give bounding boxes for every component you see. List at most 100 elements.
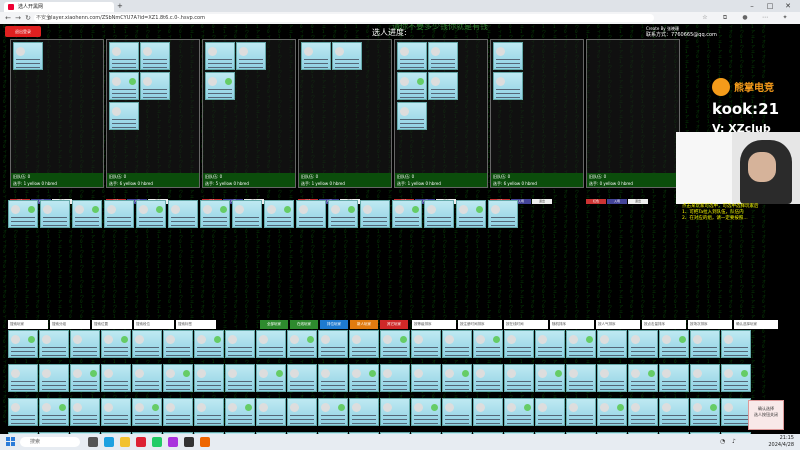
player-card[interactable]	[8, 398, 38, 426]
player-card[interactable]	[442, 398, 472, 426]
player-card[interactable]	[380, 364, 410, 392]
player-card[interactable]	[264, 200, 294, 228]
player-card[interactable]	[287, 364, 317, 392]
player-card[interactable]	[132, 364, 162, 392]
player-card[interactable]	[318, 330, 348, 358]
player-card[interactable]	[332, 42, 362, 70]
player-card[interactable]	[690, 398, 720, 426]
player-card[interactable]	[225, 398, 255, 426]
player-card[interactable]	[424, 200, 454, 228]
player-card[interactable]	[628, 398, 658, 426]
player-card[interactable]	[397, 72, 427, 100]
player-card[interactable]	[225, 330, 255, 358]
taskbar-search-input[interactable]: 搜索	[20, 437, 80, 447]
player-card[interactable]	[380, 398, 410, 426]
player-card[interactable]	[163, 330, 193, 358]
player-card[interactable]	[296, 200, 326, 228]
player-card[interactable]	[597, 364, 627, 392]
player-card[interactable]	[349, 398, 379, 426]
player-card[interactable]	[504, 364, 534, 392]
player-card[interactable]	[659, 330, 689, 358]
task-view-icon[interactable]	[88, 437, 98, 447]
player-card[interactable]	[70, 364, 100, 392]
edge-icon[interactable]	[104, 437, 114, 447]
player-card[interactable]	[566, 364, 596, 392]
player-card[interactable]	[597, 398, 627, 426]
player-card[interactable]	[397, 102, 427, 130]
player-card[interactable]	[101, 398, 131, 426]
player-card[interactable]	[535, 364, 565, 392]
player-card[interactable]	[140, 42, 170, 70]
app-icon-purple[interactable]	[168, 437, 178, 447]
player-card[interactable]	[39, 330, 69, 358]
confirm-toast[interactable]: 确认选择 选人按钮关闭	[748, 400, 784, 430]
player-card[interactable]	[256, 398, 286, 426]
player-card[interactable]	[70, 330, 100, 358]
player-card[interactable]	[194, 364, 224, 392]
player-card[interactable]	[690, 364, 720, 392]
player-card[interactable]	[473, 330, 503, 358]
player-card[interactable]	[442, 330, 472, 358]
search-field[interactable]: 搜索玩家	[8, 320, 48, 329]
reload-icon[interactable]: ↻	[23, 13, 33, 23]
sort-option[interactable]: 按注册时间排序	[458, 320, 502, 329]
player-card[interactable]	[256, 364, 286, 392]
player-card[interactable]	[721, 398, 751, 426]
player-card[interactable]	[535, 398, 565, 426]
player-card[interactable]	[493, 42, 523, 70]
sort-option[interactable]: 随机排序	[550, 320, 594, 329]
player-card[interactable]	[13, 42, 43, 70]
app-icon-red[interactable]	[136, 437, 146, 447]
player-card[interactable]	[101, 364, 131, 392]
player-card[interactable]	[392, 200, 422, 228]
search-field[interactable]: 搜索位置	[92, 320, 132, 329]
filter-button[interactable]: 在线玩家	[290, 320, 318, 329]
filter-button[interactable]: 排位玩家	[320, 320, 348, 329]
player-card[interactable]	[8, 200, 38, 228]
browser-tab[interactable]: 选人开黑网	[4, 2, 114, 12]
player-card[interactable]	[8, 364, 38, 392]
filter-button[interactable]: 新人玩家	[350, 320, 378, 329]
player-card[interactable]	[380, 330, 410, 358]
logout-button[interactable]: 退出登录	[5, 26, 41, 37]
team-badge-button[interactable]: 退出	[628, 199, 648, 204]
app-icon-dark[interactable]	[184, 437, 194, 447]
player-card[interactable]	[101, 330, 131, 358]
player-card[interactable]	[163, 364, 193, 392]
player-card[interactable]	[72, 200, 102, 228]
player-card[interactable]	[721, 364, 751, 392]
player-card[interactable]	[163, 398, 193, 426]
new-tab-plus-icon[interactable]: +	[117, 2, 123, 10]
player-card[interactable]	[236, 42, 266, 70]
network-icon[interactable]: ◔	[720, 438, 725, 445]
search-field[interactable]: 搜索段位	[134, 320, 174, 329]
player-card[interactable]	[411, 398, 441, 426]
sort-option[interactable]: 按等级排序	[412, 320, 456, 329]
sort-option[interactable]: 确认选择玩家	[734, 320, 778, 329]
player-card[interactable]	[628, 364, 658, 392]
player-card[interactable]	[109, 102, 139, 130]
player-card[interactable]	[411, 364, 441, 392]
player-card[interactable]	[301, 42, 331, 70]
taskbar-clock[interactable]: 21:15 2024/4/28	[768, 435, 794, 449]
player-card[interactable]	[628, 330, 658, 358]
player-card[interactable]	[473, 364, 503, 392]
search-field[interactable]: 搜索标签	[176, 320, 216, 329]
player-card[interactable]	[566, 330, 596, 358]
player-card[interactable]	[194, 398, 224, 426]
player-card[interactable]	[39, 398, 69, 426]
player-card[interactable]	[566, 398, 596, 426]
player-card[interactable]	[140, 72, 170, 100]
player-card[interactable]	[360, 200, 390, 228]
volume-icon[interactable]: ♪	[732, 438, 736, 445]
app-icon-green[interactable]	[152, 437, 162, 447]
player-card[interactable]	[504, 330, 534, 358]
player-card[interactable]	[8, 330, 38, 358]
player-card[interactable]	[473, 398, 503, 426]
maximize-icon[interactable]: □	[762, 0, 778, 12]
close-icon[interactable]: ✕	[780, 0, 796, 12]
player-card[interactable]	[456, 200, 486, 228]
team-badge-button[interactable]: 入场	[607, 199, 627, 204]
player-card[interactable]	[136, 200, 166, 228]
filter-button[interactable]: 全部玩家	[260, 320, 288, 329]
